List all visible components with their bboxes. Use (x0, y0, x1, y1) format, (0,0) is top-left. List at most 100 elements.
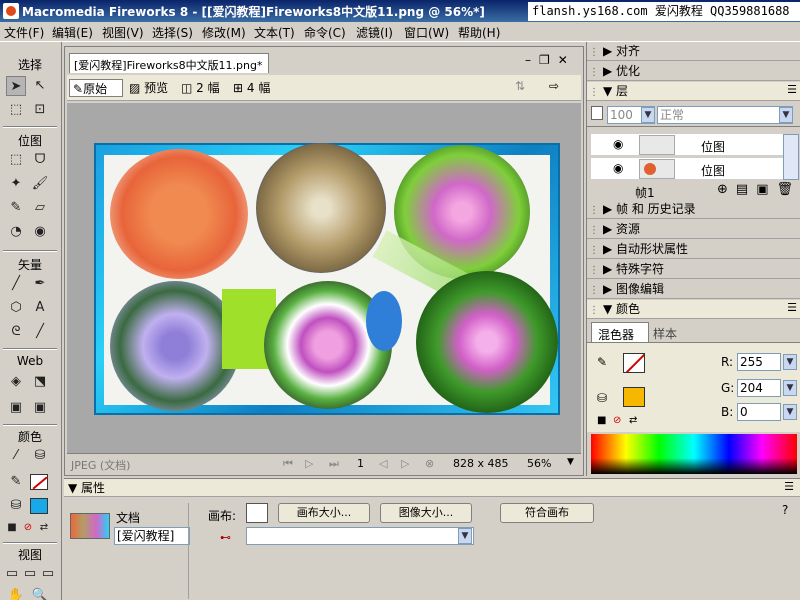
fit-canvas-button[interactable]: 符合画布 (500, 503, 594, 523)
properties-options-icon[interactable]: ☰ (784, 480, 794, 493)
lock-layer-icon[interactable] (591, 106, 603, 120)
zoom-level[interactable]: 56% (527, 457, 551, 470)
panel-options-icon[interactable]: ☰ (787, 83, 797, 96)
fill-color-icon[interactable]: ⛁ (6, 496, 26, 516)
document-name-field[interactable]: [爱闪教程] (114, 527, 190, 545)
crop-tool-icon[interactable]: ⊡ (30, 100, 50, 120)
first-frame-icon[interactable]: ⏮ (283, 457, 293, 471)
b-value-field[interactable]: 0 (737, 403, 781, 421)
hand-tool-icon[interactable]: ✋ (6, 586, 26, 600)
scale-tool-icon[interactable]: ⬚ (6, 100, 26, 120)
g-value-field[interactable]: 204 (737, 379, 781, 397)
help-icon[interactable]: ? (782, 503, 788, 517)
red-eye-tool-icon[interactable]: ◉ (30, 222, 50, 242)
new-sublayer-icon[interactable]: ⊕ (717, 182, 736, 197)
tab-4-up[interactable]: ⊞ 4 幅 (233, 79, 270, 97)
r-dropdown-icon[interactable]: ▼ (783, 354, 797, 370)
fullscreen-icon[interactable]: ▭ (38, 564, 58, 584)
mixer-none-icon[interactable]: ⊘ (613, 415, 621, 426)
edit-in-icon[interactable]: ⇨ (549, 79, 559, 97)
menu-commands[interactable]: 命令(C) (304, 24, 346, 41)
image-size-button[interactable]: 图像大小... (380, 503, 472, 523)
properties-header[interactable]: ▼ 属性 ☰ (64, 479, 800, 497)
menu-file[interactable]: 文件(F) (4, 24, 44, 41)
layer-row[interactable]: ◉ 位图 (591, 134, 783, 156)
eraser-tool-icon[interactable]: ▱ (30, 198, 50, 218)
panel-optimize-header[interactable]: ⋮ ▶ 优化 (587, 62, 800, 81)
fill-color-swatch-yellow[interactable] (623, 387, 645, 407)
pen-tool-icon[interactable]: ✒ (30, 274, 50, 294)
pointer-tool-icon[interactable]: ➤ (6, 76, 26, 96)
tab-preview[interactable]: ▨ 预览 (129, 79, 168, 97)
play-icon[interactable]: ▷ (305, 457, 313, 470)
mixer-default-icon[interactable]: ■ (597, 415, 606, 426)
restore-icon[interactable]: ❐ (539, 53, 558, 67)
blend-dropdown-icon[interactable]: ▼ (779, 107, 793, 123)
zoom-dropdown-icon[interactable]: ▼ (567, 457, 574, 467)
menu-filters[interactable]: 滤镜(I) (356, 24, 393, 41)
menu-window[interactable]: 窗口(W) (404, 24, 449, 41)
swap-colors-icon[interactable]: ⇄ (34, 518, 54, 538)
stroke-color-swatch[interactable] (30, 474, 48, 490)
text-tool-icon[interactable]: A (30, 298, 50, 318)
freeform-tool-icon[interactable]: ᘓ (6, 322, 26, 342)
tab-color-mixer[interactable]: 混色器 (591, 322, 649, 342)
opacity-dropdown-icon[interactable]: ▼ (641, 107, 655, 123)
duplicate-layer-icon[interactable]: ▤ (736, 182, 756, 197)
fill-color-swatch[interactable] (30, 498, 48, 514)
line-tool-icon[interactable]: ╱ (6, 274, 26, 294)
document-tab[interactable]: [爱闪教程]Fireworks8中文版11.png* (69, 53, 269, 73)
canvas-area[interactable] (67, 103, 581, 453)
r-value-field[interactable]: 255 (737, 353, 781, 371)
menu-help[interactable]: 帮助(H) (458, 24, 500, 41)
hide-slices-icon[interactable]: ▣ (6, 398, 26, 418)
prev-frame-icon[interactable]: ◁ (379, 457, 387, 470)
blur-tool-icon[interactable]: ◔ (6, 222, 26, 242)
minimize-icon[interactable]: – (525, 53, 539, 67)
standard-screen-icon[interactable]: ▭ (2, 564, 22, 584)
canvas-size-button[interactable]: 画布大小... (278, 503, 370, 523)
g-dropdown-icon[interactable]: ▼ (783, 380, 797, 396)
panel-frames-history-header[interactable]: ⋮ ▶ 帧 和 历史记录 (587, 200, 800, 219)
panel-autoshape-header[interactable]: ⋮ ▶ 自动形状属性 (587, 240, 800, 259)
panel-color-header[interactable]: ⋮ ▼ 颜色 ☰ (587, 300, 800, 319)
eye-icon[interactable]: ◉ (613, 161, 623, 175)
stroke-color-icon[interactable]: ✎ (6, 472, 26, 492)
menu-modify[interactable]: 修改(M) (202, 24, 246, 41)
fullscreen-menu-icon[interactable]: ▭ (20, 564, 40, 584)
next-frame-icon[interactable]: ▷ (401, 457, 409, 470)
zoom-tool-icon[interactable]: 🔍 (30, 586, 50, 600)
image-map-dropdown-icon[interactable]: ▼ (458, 528, 472, 544)
eye-icon[interactable]: ◉ (613, 137, 623, 151)
magic-wand-icon[interactable]: ✦ (6, 174, 26, 194)
color-spectrum[interactable] (591, 434, 797, 474)
canvas-color-swatch[interactable] (246, 503, 268, 523)
stroke-none-swatch[interactable] (623, 353, 645, 373)
subselect-tool-icon[interactable]: ↖ (30, 76, 50, 96)
layers-scrollbar[interactable] (783, 134, 799, 180)
mixer-swap-icon[interactable]: ⇄ (629, 415, 637, 426)
marquee-tool-icon[interactable]: ⬚ (6, 150, 26, 170)
slice-tool-icon[interactable]: ⬔ (30, 372, 50, 392)
hotspot-tool-icon[interactable]: ◈ (6, 372, 26, 392)
close-icon[interactable]: ✕ (558, 53, 576, 67)
menu-view[interactable]: 视图(V) (102, 24, 144, 41)
menu-select[interactable]: 选择(S) (152, 24, 193, 41)
rectangle-tool-icon[interactable]: ⬡ (6, 298, 26, 318)
panel-special-chars-header[interactable]: ⋮ ▶ 特殊字符 (587, 260, 800, 279)
knife-tool-icon[interactable]: ╱ (30, 322, 50, 342)
image-map-select[interactable] (246, 527, 474, 545)
blend-mode-select[interactable]: 正常 (657, 106, 793, 124)
tab-swatches[interactable]: 样本 (653, 325, 677, 342)
panel-assets-header[interactable]: ⋮ ▶ 资源 (587, 220, 800, 239)
paint-bucket-icon[interactable]: ⛁ (30, 446, 50, 466)
tab-2-up[interactable]: ◫ 2 幅 (181, 79, 220, 97)
menu-text[interactable]: 文本(T) (254, 24, 295, 41)
brush-tool-icon[interactable]: 🖌 (30, 174, 50, 194)
eyedropper-tool-icon[interactable]: ⁄ (6, 446, 26, 466)
tab-original[interactable]: ✎原始 (69, 79, 123, 97)
panel-align-header[interactable]: ⋮ ▶ 对齐 (587, 42, 800, 61)
show-slices-icon[interactable]: ▣ (30, 398, 50, 418)
color-options-icon[interactable]: ☰ (787, 301, 797, 314)
panel-image-edit-header[interactable]: ⋮ ▶ 图像编辑 (587, 280, 800, 299)
